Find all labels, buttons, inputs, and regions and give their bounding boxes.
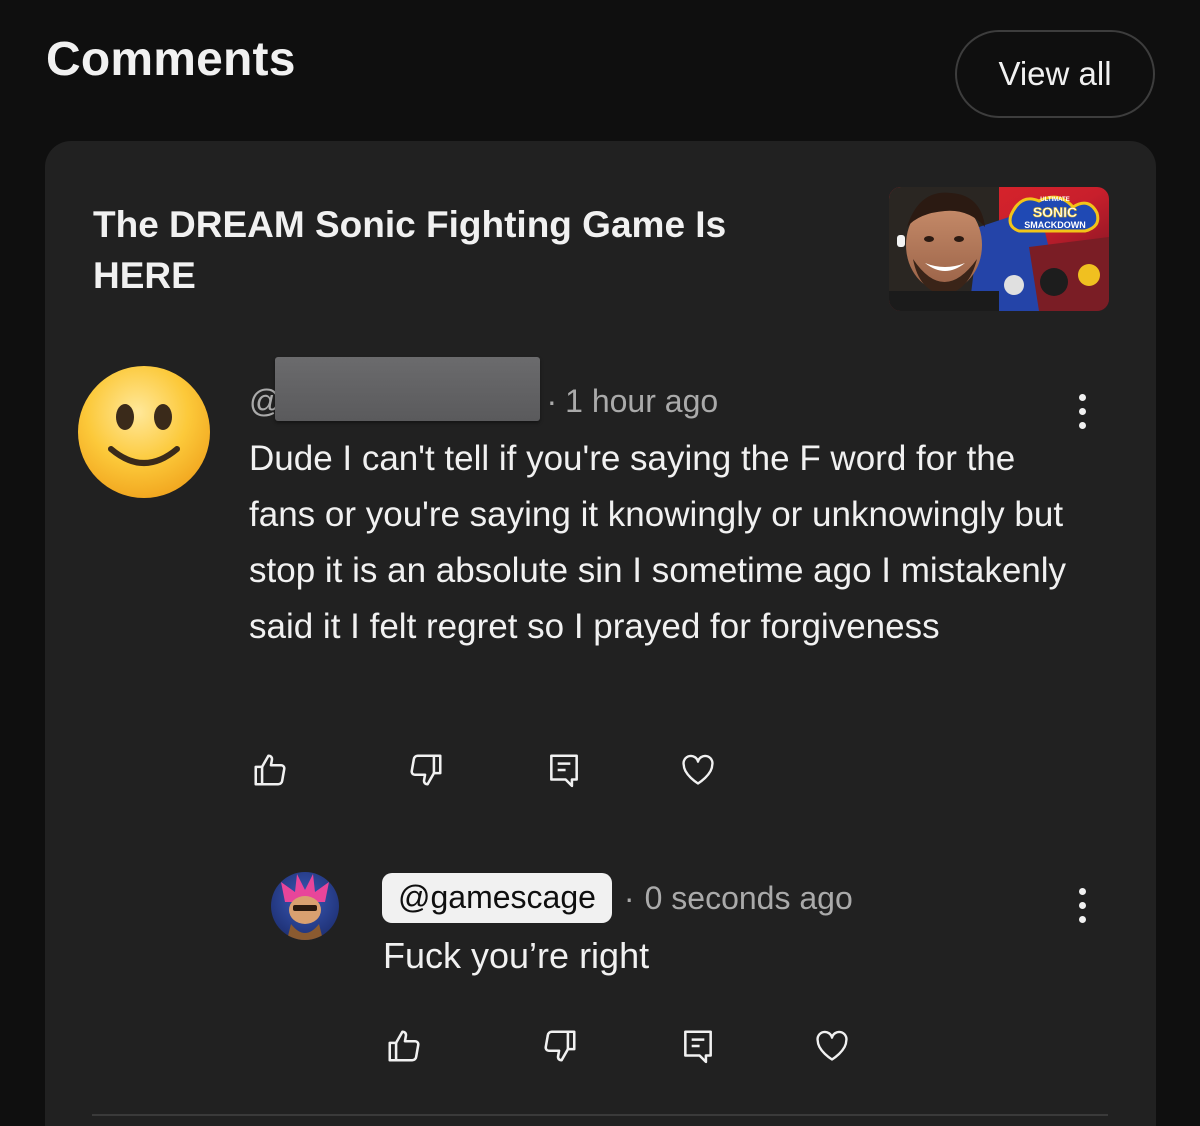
kebab-dot: [1078, 887, 1086, 895]
reply-timestamp: 0 seconds ago: [644, 879, 853, 916]
comment-more-options-button[interactable]: [1067, 389, 1097, 433]
reply-more-options-button[interactable]: [1067, 883, 1097, 927]
avatar-image: [271, 872, 339, 940]
reply-author-avatar[interactable]: [271, 872, 339, 940]
comments-heading: Comments: [46, 33, 296, 86]
like-button[interactable]: [251, 751, 289, 789]
dislike-icon: [544, 1030, 576, 1062]
kebab-dot: [1078, 421, 1086, 429]
kebab-dot: [1078, 407, 1086, 415]
reply-actions: [385, 1027, 851, 1065]
kebab-dot: [1078, 915, 1086, 923]
dislike-button[interactable]: [407, 751, 445, 789]
reply-author-handle[interactable]: @gamescage: [382, 873, 612, 923]
thumbnail-logo-line2: SMACKDOWN: [1024, 220, 1086, 230]
reply-icon: [550, 754, 578, 788]
heart-icon: [816, 1030, 848, 1061]
dislike-icon: [410, 754, 442, 786]
like-button[interactable]: [385, 1027, 423, 1065]
thumbnail-logo-top: ULTIMATE: [1040, 197, 1069, 203]
meta-separator: ·: [546, 382, 558, 419]
reply-meta: @gamescage · 0 seconds ago: [382, 872, 853, 924]
comment-meta: @ · 1 hour ago: [249, 357, 719, 423]
comment-card: The DREAM Sonic Fighting Game Is HERE UL…: [45, 141, 1156, 1126]
kebab-dot: [1078, 901, 1086, 909]
commenter-avatar[interactable]: [77, 365, 211, 499]
reply-button[interactable]: [679, 1027, 717, 1065]
heart-icon: [682, 754, 714, 785]
kebab-dot: [1078, 393, 1086, 401]
thumbnail-logo-line1: SONIC: [1033, 204, 1077, 220]
card-divider: [92, 1114, 1108, 1116]
reply-button[interactable]: [545, 751, 583, 789]
video-title[interactable]: The DREAM Sonic Fighting Game Is HERE: [93, 199, 793, 301]
like-icon: [388, 1030, 420, 1062]
reply-icon: [684, 1030, 712, 1064]
comment-timestamp: 1 hour ago: [565, 382, 719, 419]
smiley-emoji-icon: [78, 366, 210, 498]
comment-body: Dude I can't tell if you're saying the F…: [249, 439, 1067, 646]
video-thumbnail[interactable]: ULTIMATE SONIC SMACKDOWN: [889, 187, 1109, 311]
comments-page: Comments View all The DREAM Sonic Fighti…: [0, 0, 1200, 1126]
reply-body: Fuck you’re right: [383, 935, 650, 976]
meta-separator: ·: [623, 879, 635, 916]
like-icon: [254, 754, 286, 786]
heart-button[interactable]: [679, 751, 717, 789]
redacted-handle: [275, 357, 541, 421]
thumbnail-image: ULTIMATE SONIC SMACKDOWN: [889, 187, 1109, 311]
dislike-button[interactable]: [541, 1027, 579, 1065]
view-all-button[interactable]: View all: [955, 30, 1155, 118]
heart-button[interactable]: [813, 1027, 851, 1065]
comment-actions: [251, 751, 717, 789]
